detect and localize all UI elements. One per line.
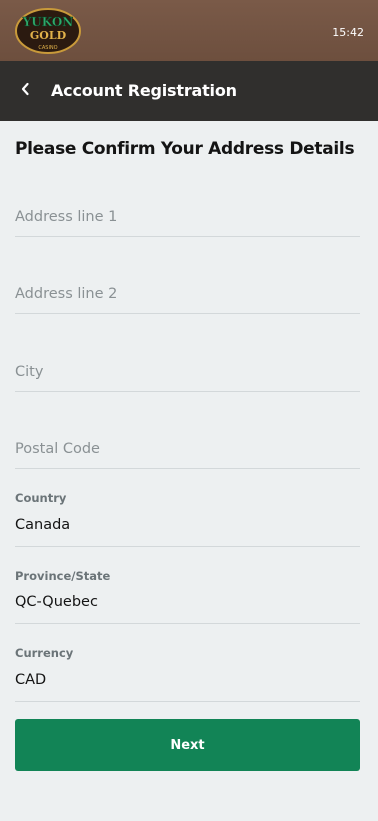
chevron-left-icon bbox=[20, 82, 30, 101]
province-label: Province/State bbox=[15, 569, 111, 583]
address-line-1-input[interactable] bbox=[15, 197, 360, 237]
province-select[interactable]: QC-Quebec bbox=[15, 588, 360, 624]
currency-label: Currency bbox=[15, 646, 74, 660]
country-label: Country bbox=[15, 491, 67, 505]
address-line-2-input[interactable] bbox=[15, 274, 360, 314]
currency-select[interactable]: CAD bbox=[15, 666, 360, 702]
country-select[interactable]: Canada bbox=[15, 511, 360, 547]
logo-text-line2: GOLD bbox=[30, 29, 67, 42]
city-input[interactable] bbox=[15, 352, 360, 392]
postal-code-input[interactable] bbox=[15, 429, 360, 469]
logo-text-line1: YUKON bbox=[22, 15, 74, 29]
next-button[interactable]: Next bbox=[15, 719, 360, 771]
header-title: Account Registration bbox=[51, 81, 237, 100]
yukon-gold-casino-logo: YUKON GOLD CASINO bbox=[14, 7, 82, 55]
back-button[interactable] bbox=[14, 80, 36, 102]
status-time: 15:42 bbox=[332, 26, 364, 39]
app-header: Account Registration bbox=[0, 61, 378, 121]
logo-text-line3: CASINO bbox=[38, 45, 57, 51]
page-title: Please Confirm Your Address Details bbox=[15, 139, 355, 159]
top-bar: YUKON GOLD CASINO 15:42 bbox=[0, 0, 378, 61]
